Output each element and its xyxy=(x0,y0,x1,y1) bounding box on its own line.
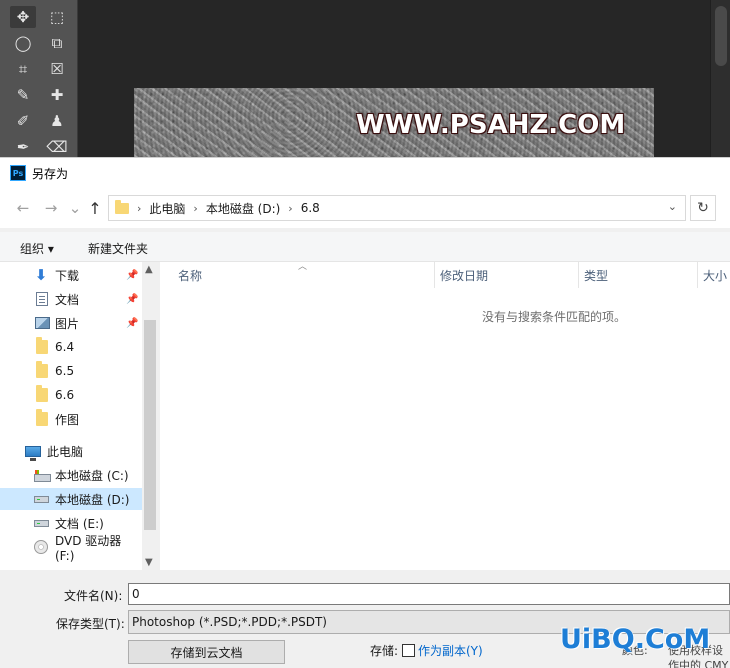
column-header-type[interactable]: 类型 xyxy=(584,262,608,288)
chevron-right-icon[interactable]: › xyxy=(193,202,197,215)
pin-icon: 📌 xyxy=(126,317,139,329)
address-bar[interactable]: › 此电脑 › 本地磁盘 (D:) › 6.8 ⌄ xyxy=(108,195,686,221)
column-divider[interactable] xyxy=(697,262,698,288)
chevron-right-icon[interactable]: › xyxy=(288,202,292,215)
site-watermark: UiBQ.CoM xyxy=(560,624,711,655)
chevron-right-icon[interactable]: › xyxy=(137,202,141,215)
command-bar: 组织 ▾ 新建文件夹 xyxy=(0,232,730,262)
column-header-name[interactable]: 名称 xyxy=(178,262,202,288)
brush-tool-icon[interactable]: ✐ xyxy=(10,110,36,132)
download-icon: ⬇ xyxy=(34,266,48,284)
system-drive-icon xyxy=(33,470,51,482)
frame-tool-icon[interactable]: ☒ xyxy=(44,58,70,80)
save-as-dialog: Ps 另存为 ← → ⌄ ↑ › 此电脑 › 本地磁盘 (D:) › 6.8 ⌄… xyxy=(0,157,730,668)
sidebar-item-documents[interactable]: 文档 📌 xyxy=(0,288,142,310)
photoshop-workspace: ✥ ⬚ ◯ ⧉ ⌗ ☒ ✎ ✚ ✐ ♟ ✒ ⌫ WWW.PSAHZ.COM xyxy=(0,0,730,160)
as-copy-label[interactable]: 作为副本(Y) xyxy=(418,642,483,659)
up-arrow-icon[interactable]: ↑ xyxy=(84,198,106,218)
canvas-texture-image: WWW.PSAHZ.COM xyxy=(134,88,654,160)
dvd-icon xyxy=(34,540,48,554)
scrollbar-thumb[interactable] xyxy=(144,320,156,530)
document-icon xyxy=(36,292,48,306)
refresh-icon[interactable]: ↻ xyxy=(690,195,716,221)
column-divider[interactable] xyxy=(434,262,435,288)
sidebar-item-dvd-drive[interactable]: DVD 驱动器 (F:) xyxy=(0,534,142,563)
history-dropdown-icon[interactable]: ⌄ xyxy=(64,198,86,218)
navigation-bar: ← → ⌄ ↑ › 此电脑 › 本地磁盘 (D:) › 6.8 ⌄ ↻ xyxy=(0,188,730,228)
column-header-modified[interactable]: 修改日期 xyxy=(440,262,488,288)
cmyk-label: 作中的 CMY xyxy=(668,659,729,668)
chevron-down-icon[interactable]: ⌄ xyxy=(668,200,677,213)
workspace-scrollbar[interactable] xyxy=(710,0,730,160)
sidebar-item-folder-6-4[interactable]: 6.4 xyxy=(0,336,142,358)
breadcrumb-drive-d[interactable]: 本地磁盘 (D:) xyxy=(206,200,280,217)
lasso-tool-icon[interactable]: ◯ xyxy=(10,32,36,54)
history-brush-tool-icon[interactable]: ✒ xyxy=(10,136,36,158)
move-tool-icon[interactable]: ✥ xyxy=(10,6,36,28)
dialog-title: 另存为 xyxy=(32,166,69,181)
dialog-titlebar: Ps 另存为 xyxy=(0,158,730,188)
folder-icon xyxy=(36,409,48,426)
save-options-label: 存储: xyxy=(370,644,399,658)
drive-icon xyxy=(33,495,49,503)
marquee-tool-icon[interactable]: ⬚ xyxy=(44,6,70,28)
object-select-tool-icon[interactable]: ⧉ xyxy=(44,32,70,54)
drive-icon xyxy=(33,519,49,527)
filename-input[interactable]: 0 xyxy=(128,583,730,605)
eyedropper-tool-icon[interactable]: ✎ xyxy=(10,84,36,106)
new-folder-button[interactable]: 新建文件夹 xyxy=(88,240,148,257)
back-arrow-icon[interactable]: ← xyxy=(12,198,34,218)
eraser-tool-icon[interactable]: ⌫ xyxy=(44,136,70,158)
sidebar-item-folder-6-5[interactable]: 6.5 xyxy=(0,360,142,382)
scroll-down-icon[interactable]: ▼ xyxy=(145,557,153,568)
computer-icon xyxy=(25,445,41,461)
forward-arrow-icon[interactable]: → xyxy=(40,198,62,218)
sidebar-item-folder-6-6[interactable]: 6.6 xyxy=(0,384,142,406)
sidebar-item-downloads[interactable]: ⬇ 下载 📌 xyxy=(0,264,142,286)
stamp-tool-icon[interactable]: ♟ xyxy=(44,110,70,132)
pin-icon: 📌 xyxy=(126,293,139,305)
navigation-pane-scrollbar[interactable]: ▲ ▼ xyxy=(142,262,158,570)
healing-brush-tool-icon[interactable]: ✚ xyxy=(44,84,70,106)
sidebar-item-drive-c[interactable]: 本地磁盘 (C:) xyxy=(0,464,142,486)
column-divider[interactable] xyxy=(578,262,579,288)
save-to-cloud-button[interactable]: 存储到云文档 xyxy=(128,640,285,664)
sidebar-item-pictures[interactable]: 图片 📌 xyxy=(0,312,142,334)
folder-icon xyxy=(36,385,48,402)
column-header-size[interactable]: 大小 xyxy=(703,262,727,288)
sidebar-item-folder-drawing[interactable]: 作图 xyxy=(0,408,142,430)
breadcrumb-this-pc[interactable]: 此电脑 xyxy=(149,200,185,217)
picture-icon xyxy=(34,317,50,329)
organize-menu[interactable]: 组织 ▾ xyxy=(20,240,54,257)
scroll-up-icon[interactable]: ▲ xyxy=(145,264,153,275)
filetype-label: 保存类型(T): xyxy=(56,617,125,631)
photoshop-app-icon: Ps xyxy=(10,165,26,181)
filename-label: 文件名(N): xyxy=(64,589,123,603)
folder-icon xyxy=(36,361,48,378)
folder-icon xyxy=(115,199,129,214)
breadcrumb-folder[interactable]: 6.8 xyxy=(301,201,320,215)
as-copy-checkbox[interactable] xyxy=(402,644,415,657)
folder-icon xyxy=(36,337,48,354)
canvas-watermark-text: WWW.PSAHZ.COM xyxy=(356,110,626,140)
horizontal-divider xyxy=(0,570,730,575)
pin-icon: 📌 xyxy=(126,269,139,281)
sidebar-item-this-pc[interactable]: 此电脑 xyxy=(0,440,142,462)
navigation-pane: ⬇ 下载 📌 文档 📌 图片 📌 6.4 6.5 6.6 作图 此电脑 本地磁盘… xyxy=(0,262,158,570)
crop-tool-icon[interactable]: ⌗ xyxy=(10,58,36,80)
sort-ascending-icon: ︿ xyxy=(298,262,308,272)
sidebar-item-drive-d[interactable]: 本地磁盘 (D:) xyxy=(0,488,142,510)
file-list-pane: ︿ 名称 修改日期 类型 大小 没有与搜索条件匹配的项。 xyxy=(160,262,730,570)
empty-folder-message: 没有与搜索条件匹配的项。 xyxy=(482,310,627,324)
tool-palette: ✥ ⬚ ◯ ⧉ ⌗ ☒ ✎ ✚ ✐ ♟ ✒ ⌫ xyxy=(0,0,78,160)
